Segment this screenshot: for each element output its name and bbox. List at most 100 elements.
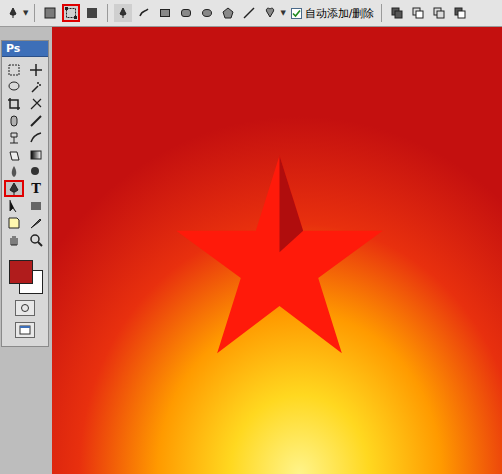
shape-tool-icon	[180, 7, 192, 19]
tool-button[interactable]	[4, 129, 24, 146]
tool-icon	[29, 148, 43, 162]
tool-icon	[7, 216, 21, 230]
tool-icon	[7, 114, 21, 128]
tool-icon	[29, 97, 43, 111]
tool-button[interactable]	[26, 112, 46, 129]
shape-tool-button[interactable]	[177, 4, 195, 22]
preset-caret-icon[interactable]: ▼	[23, 9, 28, 17]
tool-icon	[29, 114, 43, 128]
foreground-color[interactable]	[9, 260, 33, 284]
toolbox-column: Ps T	[0, 27, 50, 474]
shape-tool-icon	[7, 7, 19, 19]
shape-tool-button[interactable]	[240, 4, 258, 22]
color-swatches	[7, 258, 43, 294]
screen-mode-button[interactable]	[15, 322, 35, 338]
combine-button[interactable]	[430, 4, 448, 22]
mode-button[interactable]	[62, 4, 80, 22]
shape-tool-button[interactable]	[156, 4, 174, 22]
combine-icon	[433, 7, 445, 19]
tool-icon	[7, 148, 21, 162]
type-tool-glyph: T	[31, 182, 41, 195]
shape-tool-button[interactable]	[261, 4, 279, 22]
star-icon	[172, 155, 387, 360]
quick-mask-button[interactable]	[15, 300, 35, 316]
separator	[107, 4, 108, 22]
shape-tool-button[interactable]	[198, 4, 216, 22]
tool-button[interactable]	[4, 95, 24, 112]
tool-icon	[29, 216, 43, 230]
tool-button[interactable]	[26, 78, 46, 95]
combine-button[interactable]	[388, 4, 406, 22]
tool-icon	[7, 97, 21, 111]
shape-tool-button[interactable]	[219, 4, 237, 22]
tool-button[interactable]	[4, 163, 24, 180]
shape-tool-button[interactable]	[135, 4, 153, 22]
tool-grid: T	[4, 61, 46, 248]
mode-button[interactable]	[41, 4, 59, 22]
shape-tool-icon	[264, 7, 276, 19]
checkbox-box[interactable]	[291, 8, 302, 19]
screen-mode-icon	[19, 325, 31, 335]
tool-icon	[7, 199, 21, 213]
tool-icon	[29, 80, 43, 94]
tool-icon	[7, 63, 21, 77]
shape-tool-button[interactable]	[114, 4, 132, 22]
tool-icon	[29, 63, 43, 77]
shape-tool-icon	[117, 7, 129, 19]
tool-button[interactable]	[26, 129, 46, 146]
tool-button[interactable]	[26, 61, 46, 78]
auto-add-delete-checkbox[interactable]: 自动添加/删除	[291, 6, 375, 21]
combine-button[interactable]	[451, 4, 469, 22]
tool-icon	[7, 80, 21, 94]
canvas-photo[interactable]	[52, 27, 502, 474]
tool-icon	[7, 165, 21, 179]
tool-button[interactable]	[4, 180, 24, 197]
shape-tool-icon	[201, 7, 213, 19]
options-bar: ▼ ▼ 自动添加/删除	[0, 0, 502, 27]
tool-button[interactable]	[4, 146, 24, 163]
tool-button[interactable]	[4, 78, 24, 95]
toolbox: Ps T	[1, 40, 49, 347]
tool-icon	[29, 131, 43, 145]
toolbox-header: Ps	[2, 41, 48, 57]
mode-icon	[44, 7, 56, 19]
tool-icon	[29, 233, 43, 247]
tool-icon	[7, 182, 21, 196]
shape-caret-icon[interactable]: ▼	[280, 9, 285, 17]
tool-button[interactable]	[4, 231, 24, 248]
shape-tool-icon	[243, 7, 255, 19]
tool-icon	[7, 233, 21, 247]
combine-icon	[412, 7, 424, 19]
tool-button[interactable]	[26, 214, 46, 231]
check-icon	[292, 9, 301, 18]
preset-button[interactable]	[4, 4, 22, 22]
separator	[34, 4, 35, 22]
tool-button[interactable]	[4, 197, 24, 214]
tool-icon	[29, 165, 43, 179]
combine-icon	[454, 7, 466, 19]
mode-button[interactable]	[83, 4, 101, 22]
combine-icon	[391, 7, 403, 19]
shape-tool-icon	[222, 7, 234, 19]
tool-button[interactable]	[26, 146, 46, 163]
photoshop-window: ▼ ▼ 自动添加/删除 Ps T	[0, 0, 502, 474]
tool-button[interactable]	[26, 197, 46, 214]
tool-button[interactable]	[4, 112, 24, 129]
mode-icon	[65, 7, 77, 19]
tool-button[interactable]	[26, 231, 46, 248]
workspace: Ps T	[0, 27, 502, 474]
tool-button[interactable]	[4, 61, 24, 78]
combine-button[interactable]	[409, 4, 427, 22]
shape-tool-icon	[138, 7, 150, 19]
quick-mask-icon	[20, 303, 30, 313]
tool-button[interactable]	[4, 214, 24, 231]
tool-button[interactable]: T	[26, 180, 46, 197]
tool-icon	[29, 199, 43, 213]
shape-tool-icon	[159, 7, 171, 19]
checkbox-label: 自动添加/删除	[305, 6, 375, 21]
separator	[381, 4, 382, 22]
tool-button[interactable]	[26, 163, 46, 180]
mode-icon	[86, 7, 98, 19]
tool-button[interactable]	[26, 95, 46, 112]
tool-icon	[7, 131, 21, 145]
